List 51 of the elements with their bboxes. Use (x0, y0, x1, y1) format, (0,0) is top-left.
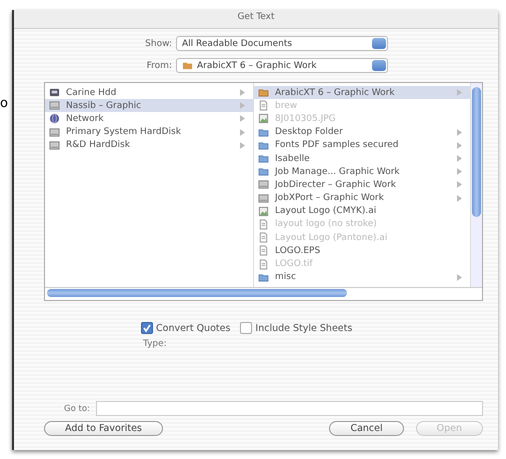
file-list-item[interactable]: Fonts PDF samples secured (254, 138, 470, 152)
option-checkbox[interactable]: Include Style Sheets (240, 322, 352, 334)
file-list-item[interactable]: Job Manage... Graphic Work (254, 165, 470, 178)
background-text: o (0, 96, 8, 111)
show-label: Show: (144, 38, 172, 48)
file-list-item[interactable]: misc (254, 270, 470, 284)
file-list-item[interactable]: LOGO.EPS (254, 244, 470, 258)
drive-icon (49, 100, 60, 112)
folder-icon (182, 60, 193, 71)
file-list-item[interactable]: R&D HardDisk (45, 138, 253, 152)
file-list-item[interactable]: Network (45, 112, 253, 126)
file-list-item[interactable]: JobDirecter – Graphic Work (254, 178, 470, 192)
from-label: From: (146, 60, 172, 70)
globe-icon (49, 113, 60, 124)
checkmark-icon (142, 323, 152, 333)
file-list-item[interactable]: Primary System HardDisk (45, 126, 253, 139)
dialog-button[interactable]: Cancel (329, 421, 404, 436)
drive-icon (49, 140, 60, 151)
file-list-item[interactable]: Desktop Folder (254, 126, 470, 139)
folder-icon (258, 153, 269, 164)
drive-icon (258, 192, 269, 204)
file-list-item[interactable]: Nassib – Graphic (45, 99, 253, 112)
document-icon (258, 232, 269, 244)
folder-icon (258, 126, 269, 138)
dialog-button[interactable]: Add to Favorites (44, 421, 163, 436)
file-list-item[interactable]: Carine Hdd (45, 86, 253, 100)
folder-icon (258, 166, 269, 178)
document-icon (258, 100, 269, 112)
folder-icon (258, 87, 269, 98)
drive-icon (258, 179, 269, 190)
go-to-label: Go to: (64, 404, 90, 414)
image-file-icon (258, 206, 269, 217)
window-title: Get Text (14, 10, 498, 29)
type-label: Type: (143, 339, 168, 349)
image-file-icon (258, 113, 269, 124)
document-icon (258, 258, 269, 270)
file-list-item[interactable]: ArabicXT 6 – Graphic Work (254, 86, 470, 100)
file-list-item[interactable]: Layout Logo (CMYK).ai (254, 204, 470, 218)
folder-icon (258, 140, 269, 151)
option-checkbox[interactable]: Convert Quotes (141, 322, 230, 334)
show-popup[interactable]: All Readable Documents (176, 36, 388, 51)
go-to-field[interactable] (96, 401, 483, 416)
file-list-item[interactable]: JobXPort – Graphic Work (254, 192, 470, 205)
horizontal-scrollbar[interactable] (45, 287, 482, 300)
document-icon (258, 218, 269, 230)
drive-icon (49, 126, 60, 138)
folder-icon (258, 272, 269, 283)
from-popup[interactable]: ArabicXT 6 – Graphic Work (176, 58, 388, 73)
document-icon (258, 245, 269, 256)
vertical-scrollbar[interactable] (470, 83, 482, 287)
file-list-item[interactable]: Isabelle (254, 152, 470, 166)
